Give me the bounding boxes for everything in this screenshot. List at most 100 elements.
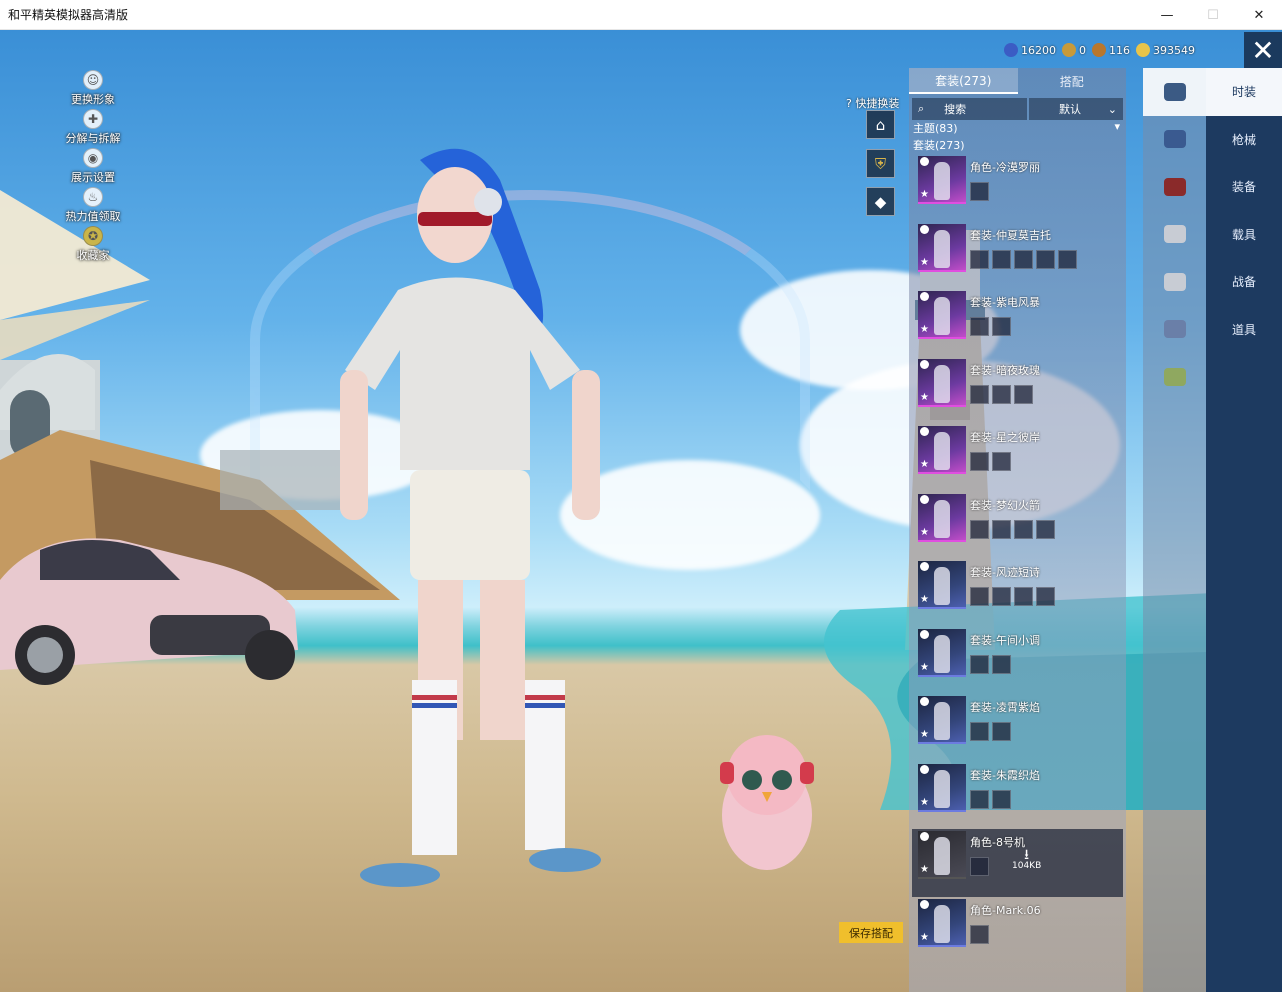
outfit-part-icon[interactable] xyxy=(970,587,989,606)
outfit-part-icon[interactable] xyxy=(992,722,1011,741)
outfit-item[interactable]: ★ 套装-午间小调 xyxy=(909,627,1126,695)
figure-icon xyxy=(934,634,950,673)
outfit-parts xyxy=(970,789,1040,809)
outfit-part-icon[interactable] xyxy=(970,789,989,809)
rarity-tag-icon xyxy=(920,359,929,369)
close-window-button[interactable]: ✕ xyxy=(1236,0,1282,30)
outfit-part-icon[interactable] xyxy=(992,249,1011,269)
figure-icon xyxy=(934,432,950,470)
outfit-item[interactable]: ★ 角色-8号机 ⭳ 104KB xyxy=(912,829,1123,897)
change-avatar-button[interactable]: ☺ 更换形象 xyxy=(58,70,128,109)
outfit-item[interactable]: ★ 角色-冷漠罗丽 xyxy=(909,154,1126,222)
outfit-part-icon[interactable] xyxy=(1058,249,1077,269)
close-panel-button[interactable]: ✕ xyxy=(1244,32,1282,68)
diamond-icon: ◆ xyxy=(874,192,887,211)
outfit-part-icon[interactable] xyxy=(1014,384,1033,404)
outfit-part-icon[interactable] xyxy=(992,519,1011,539)
download-button[interactable]: ⭳ 104KB xyxy=(1012,848,1041,871)
subcategory-gun-button[interactable] xyxy=(1143,116,1206,164)
outfit-part-icon[interactable] xyxy=(1036,249,1055,269)
quick-swap-label[interactable]: ? 快捷换装 xyxy=(846,95,899,111)
category-tab[interactable]: 道具 xyxy=(1206,306,1282,354)
subcategory-parachute-button[interactable] xyxy=(1143,353,1206,401)
outfit-item[interactable]: ★ 角色-Mark.06 xyxy=(909,897,1126,965)
outfit-part-icon[interactable] xyxy=(970,249,989,269)
suit-count-line: 套装(273) xyxy=(909,137,1126,154)
outfit-part-icon[interactable] xyxy=(970,519,989,539)
category-tab[interactable]: 装备 xyxy=(1206,163,1282,211)
outfit-item[interactable]: ★ 套装-仲夏莫吉托 xyxy=(909,222,1126,290)
outfit-thumbnail: ★ xyxy=(918,223,966,272)
outfit-thumbnail: ★ xyxy=(918,561,966,609)
outfit-part-icon[interactable] xyxy=(970,654,989,674)
outfit-part-icon[interactable] xyxy=(1014,519,1033,539)
subcategory-outfit-button[interactable] xyxy=(1143,68,1206,116)
outfit-part-icon[interactable] xyxy=(970,924,989,944)
category-tab[interactable]: 战备 xyxy=(1206,258,1282,306)
rarity-tag-icon xyxy=(920,764,929,774)
outfit-part-icon[interactable] xyxy=(970,384,989,404)
outfit-part-icon[interactable] xyxy=(970,317,989,336)
display-settings-button[interactable]: ◉ 展示设置 xyxy=(58,148,128,187)
decompose-button[interactable]: ✚ 分解与拆解 xyxy=(58,109,128,148)
category-tab[interactable]: 载具 xyxy=(1206,211,1282,259)
outfit-item[interactable]: ★ 套装-风迹短诗 xyxy=(909,559,1126,627)
tab-combinations[interactable]: 搭配 xyxy=(1018,68,1127,94)
outfit-part-icon[interactable] xyxy=(992,587,1011,606)
outfit-part-icon[interactable] xyxy=(970,452,989,471)
outfit-item-body: 角色-冷漠罗丽 xyxy=(970,156,1040,201)
emblem-button[interactable]: ⛨ xyxy=(866,149,895,178)
outfit-part-icon[interactable] xyxy=(992,789,1011,809)
left-menu-label: 收藏家 xyxy=(76,249,110,262)
outfit-part-icon[interactable] xyxy=(992,317,1011,336)
maximize-button[interactable]: ☐ xyxy=(1190,0,1236,30)
rarity-tag-icon xyxy=(920,899,929,909)
outfit-parts xyxy=(970,587,1055,606)
outfit-item[interactable]: ★ 套装-梦幻火箭 xyxy=(909,492,1126,560)
subcategory-figure-button[interactable] xyxy=(1143,306,1206,354)
outfit-item[interactable]: ★ 套装-紫电风暴 xyxy=(909,289,1126,357)
category-tab[interactable]: 枪械 xyxy=(1206,116,1282,164)
filter-row: ⌕ 搜索 默认 ⌄ xyxy=(909,98,1126,120)
outfit-name: 套装-凌霄紫焰 xyxy=(970,701,1040,714)
outfit-tabs: 套装(273) 搭配 xyxy=(909,68,1126,94)
outfit-name: 套装-星之彼岸 xyxy=(970,431,1040,444)
mask-icon xyxy=(1163,225,1186,244)
outfit-item[interactable]: ★ 套装-星之彼岸 xyxy=(909,424,1126,492)
sort-dropdown[interactable]: 默认 ⌄ xyxy=(1029,98,1123,120)
outfit-part-icon[interactable] xyxy=(992,384,1011,404)
outfit-part-icon[interactable] xyxy=(1036,519,1055,539)
currency-value: 116 xyxy=(1109,43,1130,57)
outfit-item[interactable]: ★ 套装-暗夜玫瑰 xyxy=(909,357,1126,425)
tab-suits[interactable]: 套装(273) xyxy=(909,68,1018,94)
outfit-item[interactable]: ★ 套装-朱霞织焰 xyxy=(909,762,1126,830)
outfit-part-icon[interactable] xyxy=(970,857,989,876)
left-menu-label: 分解与拆解 xyxy=(65,132,121,145)
outfit-part-icon[interactable] xyxy=(970,182,989,201)
subcategory-mask-button[interactable] xyxy=(1143,211,1206,259)
subcategory-jacket-button[interactable] xyxy=(1143,258,1206,306)
outfit-name: 套装-紫电风暴 xyxy=(970,296,1040,309)
outfit-thumbnail: ★ xyxy=(918,763,966,812)
category-tab[interactable]: 时装 xyxy=(1206,68,1282,116)
outfit-icon xyxy=(1163,82,1186,101)
heat-claim-button[interactable]: ♨ 热力值领取 xyxy=(58,187,128,226)
star-icon: ★ xyxy=(920,324,929,335)
outfit-part-icon[interactable] xyxy=(970,722,989,741)
search-input[interactable]: ⌕ 搜索 xyxy=(912,98,1027,120)
outfit-name: 套装-朱霞织焰 xyxy=(970,768,1040,782)
outfit-item[interactable]: ★ 套装-凌霄紫焰 xyxy=(909,694,1126,762)
outfit-part-icon[interactable] xyxy=(1036,587,1055,606)
save-combination-button[interactable]: 保存搭配 xyxy=(839,922,903,943)
subcategory-helmet-button[interactable] xyxy=(1143,163,1206,211)
outfit-part-icon[interactable] xyxy=(992,654,1011,674)
diamond-button[interactable]: ◆ xyxy=(866,187,895,216)
outfit-part-icon[interactable] xyxy=(992,452,1011,471)
minimize-button[interactable]: — xyxy=(1144,0,1190,30)
wardrobe-button[interactable]: ⌂ xyxy=(866,110,895,139)
theme-filter[interactable]: 主题(83) ▾ xyxy=(909,120,1126,137)
outfit-part-icon[interactable] xyxy=(1014,249,1033,269)
collector-button[interactable]: ✪ 收藏家 xyxy=(58,226,128,265)
outfit-part-icon[interactable] xyxy=(1014,587,1033,606)
star-icon: ★ xyxy=(920,661,929,673)
